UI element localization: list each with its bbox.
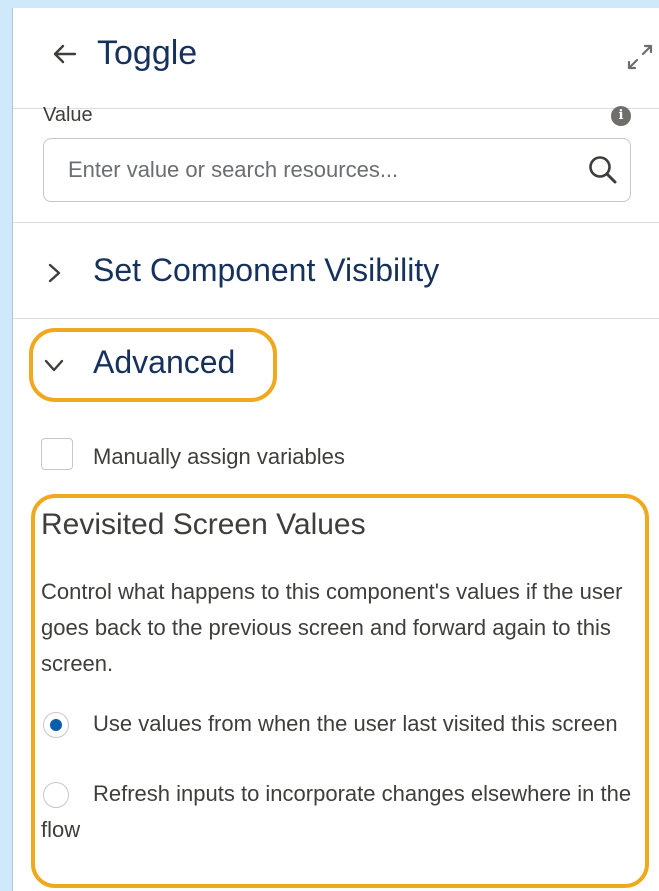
properties-panel: Toggle Value i Set Component Visibility …	[12, 8, 659, 891]
divider	[13, 222, 659, 223]
expand-icon[interactable]	[625, 42, 655, 72]
window-frame	[0, 0, 659, 8]
manually-assign-label: Manually assign variables	[93, 444, 345, 469]
value-search-input[interactable]	[68, 139, 568, 201]
value-label: Value	[43, 104, 93, 126]
arrow-left-icon[interactable]	[49, 38, 81, 70]
chevron-down-icon	[44, 359, 64, 372]
revisited-values-description: Control what happens to this component's…	[41, 579, 623, 676]
section-label: Set Component Visibility	[93, 252, 440, 288]
search-icon[interactable]	[586, 153, 620, 187]
value-search-box	[43, 138, 631, 202]
section-label: Advanced	[93, 344, 236, 380]
panel-header: Toggle	[13, 8, 659, 109]
radio-label-use-last-values: Use values from when the user last visit…	[93, 711, 618, 736]
divider	[13, 318, 659, 319]
section-advanced[interactable]: Advanced	[13, 336, 659, 396]
info-icon[interactable]: i	[611, 106, 631, 126]
panel-title: Toggle	[97, 34, 198, 72]
section-set-component-visibility[interactable]: Set Component Visibility	[13, 244, 659, 304]
manually-assign-checkbox[interactable]	[41, 438, 73, 470]
chevron-right-icon	[48, 263, 61, 283]
radio-label-refresh-inputs: Refresh inputs to incorporate changes el…	[41, 781, 632, 842]
revisited-values-title: Revisited Screen Values	[41, 508, 366, 541]
